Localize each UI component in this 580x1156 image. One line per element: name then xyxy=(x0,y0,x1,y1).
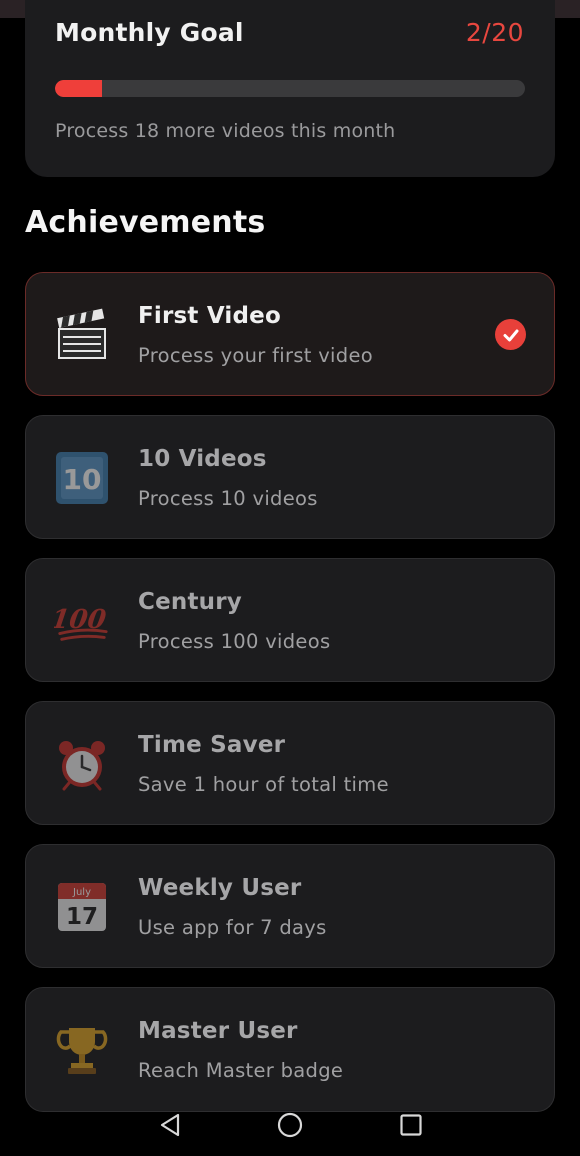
achievement-description: Process 10 videos xyxy=(138,487,318,510)
hundred-points-icon: 100 xyxy=(54,593,110,649)
clapper-board-icon xyxy=(54,307,110,363)
achievement-card-weekly-user[interactable]: July 17 Weekly User Use app for 7 days xyxy=(25,844,555,968)
achievement-title: 10 Videos xyxy=(138,446,267,472)
achievement-title: Century xyxy=(138,589,242,615)
achievement-card-master-user[interactable]: Master User Reach Master badge xyxy=(25,987,555,1111)
monthly-goal-count: 2/20 xyxy=(465,18,524,47)
home-circle-icon xyxy=(277,1112,303,1138)
achievement-title: Master User xyxy=(138,1018,298,1044)
monthly-goal-title: Monthly Goal xyxy=(55,18,244,47)
alarm-clock-icon xyxy=(54,736,110,792)
achievement-description: Use app for 7 days xyxy=(138,916,327,939)
back-button[interactable] xyxy=(155,1110,185,1140)
achievement-title: Time Saver xyxy=(138,732,286,758)
achievement-card-century[interactable]: 100 Century Process 100 videos xyxy=(25,558,555,682)
calendar-icon: July 17 xyxy=(54,879,110,935)
monthly-goal-card: Monthly Goal 2/20 Process 18 more videos… xyxy=(25,0,555,177)
achievement-card-10-videos[interactable]: 10 10 Videos Process 10 videos xyxy=(25,415,555,539)
achievement-card-first-video[interactable]: First Video Process your first video xyxy=(25,272,555,396)
keycap-ten-text: 10 xyxy=(63,463,102,496)
keycap-ten-icon: 10 xyxy=(54,450,110,506)
back-triangle-icon xyxy=(160,1113,180,1137)
monthly-goal-subtitle: Process 18 more videos this month xyxy=(55,120,396,142)
monthly-goal-progress-fill xyxy=(55,80,102,97)
achievement-description: Process your first video xyxy=(138,344,373,367)
checkmark-icon xyxy=(495,319,526,350)
achievement-title: First Video xyxy=(138,303,281,329)
achievement-description: Process 100 videos xyxy=(138,630,331,653)
monthly-goal-progress-bar xyxy=(55,80,525,97)
trophy-icon xyxy=(54,1022,110,1078)
recents-button[interactable] xyxy=(396,1110,426,1140)
recents-square-icon xyxy=(400,1114,422,1136)
achievement-title: Weekly User xyxy=(138,875,302,901)
achievement-description: Save 1 hour of total time xyxy=(138,773,389,796)
achievement-description: Reach Master badge xyxy=(138,1059,344,1082)
home-button[interactable] xyxy=(275,1110,305,1140)
achievements-heading: Achievements xyxy=(25,205,266,240)
achievement-card-time-saver[interactable]: Time Saver Save 1 hour of total time xyxy=(25,701,555,825)
calendar-month-text: July xyxy=(72,887,91,898)
calendar-day-text: 17 xyxy=(66,904,98,930)
